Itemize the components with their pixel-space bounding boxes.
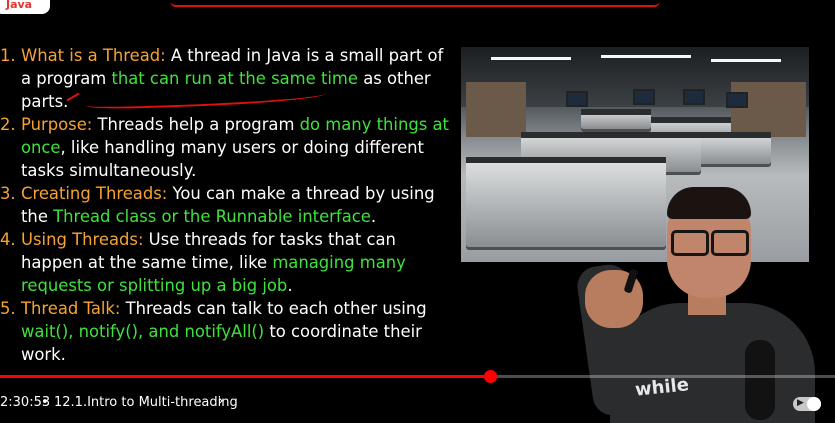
separator: • bbox=[41, 395, 49, 410]
checkout-counter bbox=[696, 132, 771, 164]
ceiling-light bbox=[711, 59, 781, 62]
highlighted-text: Thread class or the Runnable interface bbox=[53, 207, 371, 226]
point-term: Creating Threads: bbox=[21, 184, 168, 203]
presenter: while bbox=[574, 185, 835, 423]
point-term: Using Threads: bbox=[21, 230, 144, 249]
point-text: . bbox=[370, 207, 377, 226]
point-term: Purpose: bbox=[21, 115, 93, 134]
java-logo: Java bbox=[0, 0, 50, 14]
ceiling-light bbox=[491, 57, 571, 60]
point-text: Threads help a program bbox=[92, 115, 300, 134]
point-term: What is a Thread: bbox=[21, 46, 166, 65]
highlighted-text: that can run at the same time bbox=[111, 69, 358, 88]
chevron-right-icon[interactable]: › bbox=[218, 393, 224, 409]
point-text: Threads can talk to each other using bbox=[120, 299, 427, 318]
point-number: 3. bbox=[0, 184, 16, 203]
highlighted-text: wait(), notify(), and notifyAll() bbox=[21, 322, 265, 341]
progress-played bbox=[0, 375, 491, 378]
point-text: , like handling many users or doing diff… bbox=[21, 138, 424, 180]
autoplay-toggle-icon[interactable]: ▶ bbox=[793, 397, 821, 411]
ceiling-light bbox=[601, 55, 691, 58]
point-number: 2. bbox=[0, 115, 16, 134]
point-number: 1. bbox=[0, 46, 16, 65]
point-text: . bbox=[287, 276, 293, 295]
annotation-stroke-top bbox=[170, 1, 660, 7]
shelf bbox=[731, 82, 806, 137]
presenter-hair bbox=[667, 187, 751, 219]
point-number: 5. bbox=[0, 299, 16, 318]
shelf bbox=[466, 82, 526, 137]
pos-monitor bbox=[726, 92, 748, 108]
point-number: 4. bbox=[0, 230, 16, 249]
pos-monitor bbox=[683, 89, 705, 105]
point-term: Thread Talk: bbox=[21, 299, 121, 318]
slide-point: 3. Creating Threads: You can make a threa… bbox=[0, 182, 450, 228]
pos-monitor bbox=[633, 89, 655, 105]
glasses bbox=[671, 230, 749, 256]
checkout-counter bbox=[581, 109, 651, 129]
pos-monitor bbox=[566, 91, 588, 107]
slide-point: 4. Using Threads: Use threads for tasks t… bbox=[0, 228, 450, 297]
logo-text: Java bbox=[6, 0, 33, 11]
chapter-title[interactable]: 12.1.Intro to Multi-threading bbox=[54, 395, 238, 410]
progress-scrubber[interactable] bbox=[484, 370, 498, 383]
player-controls: 2:30:53 • 12.1.Intro to Multi-threading … bbox=[0, 390, 835, 416]
slide-point: 2. Purpose: Threads help a program do man… bbox=[0, 113, 450, 182]
slide-point: 5. Thread Talk: Threads can talk to each … bbox=[0, 297, 450, 366]
